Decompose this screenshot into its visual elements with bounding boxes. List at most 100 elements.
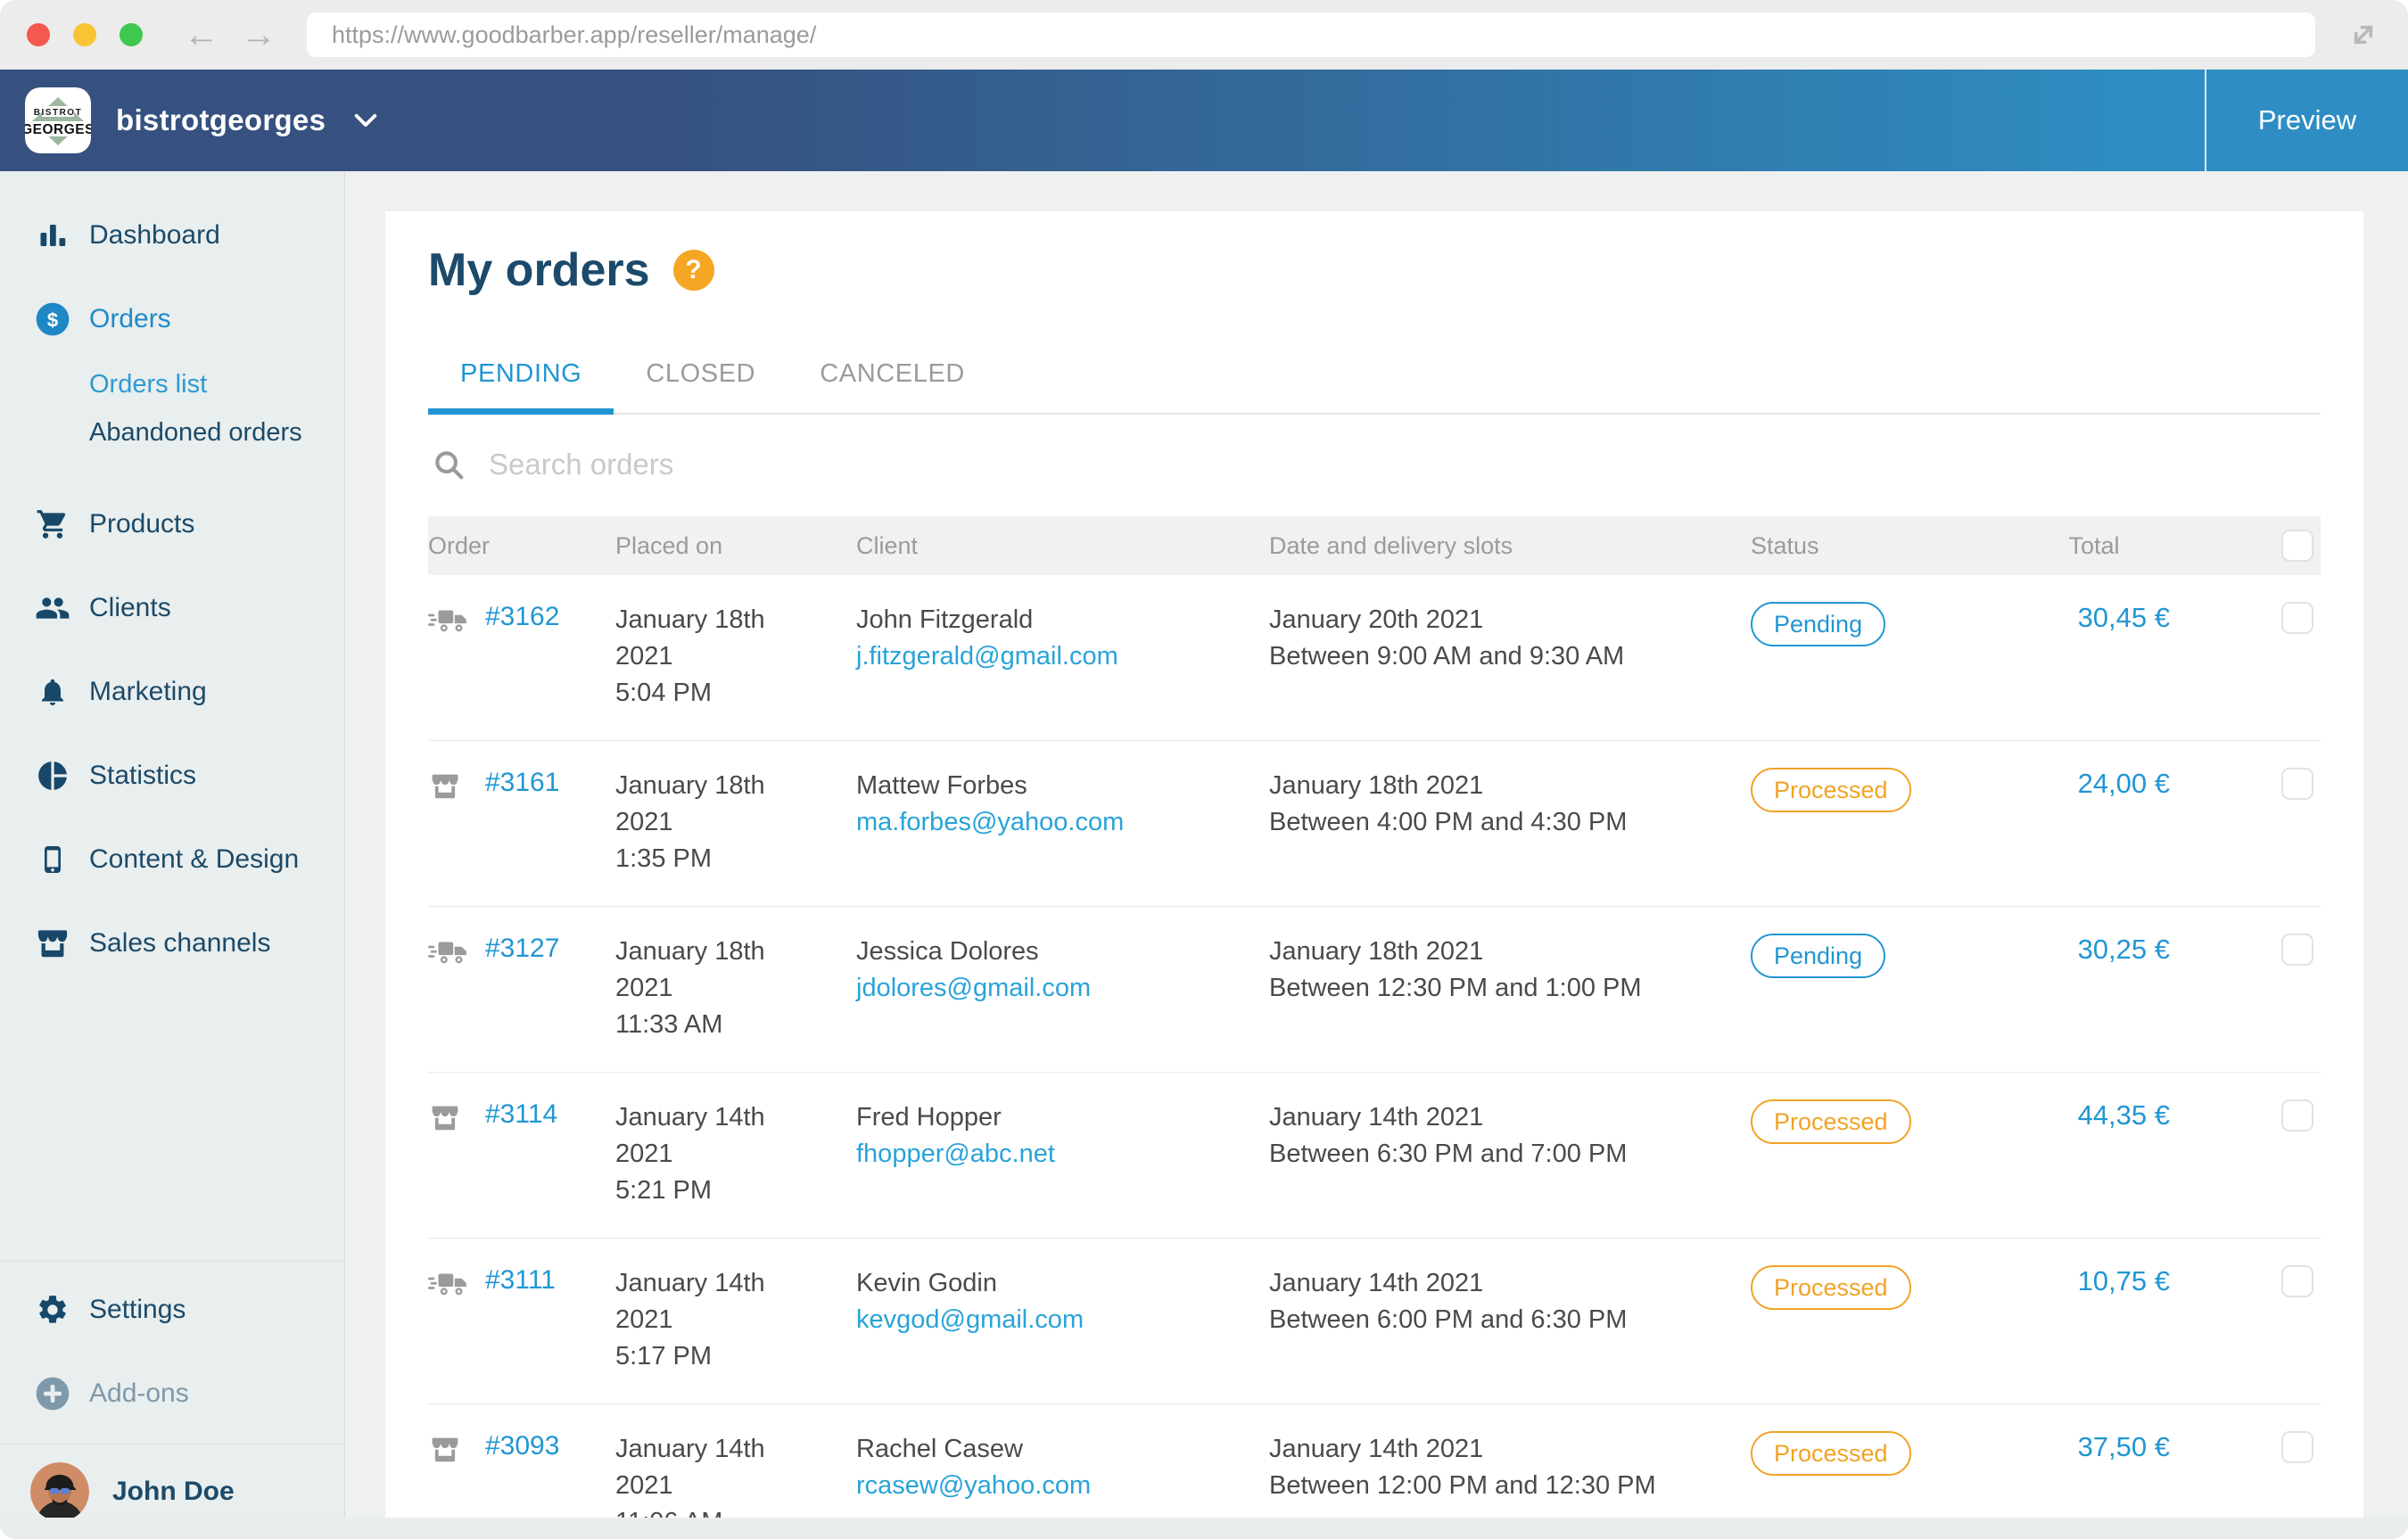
orders-table-body: #3162 January 18th 2021 5:04 PM John Fit… — [428, 575, 2321, 1539]
sidebar-item-statistics[interactable]: Statistics — [0, 747, 344, 804]
preview-button[interactable]: Preview — [2205, 70, 2408, 171]
cart-icon — [32, 507, 73, 541]
table-row[interactable]: #3111 January 14th 2021 5:17 PM Kevin Go… — [428, 1239, 2321, 1404]
order-status-tabs: PENDING CLOSED CANCELED — [428, 340, 2321, 415]
placed-date: January 14th 2021 — [615, 1099, 778, 1173]
chevron-down-icon — [354, 112, 377, 128]
store-pickup-icon — [428, 1436, 469, 1470]
column-header-status: Status — [1751, 532, 2018, 560]
sidebar-item-label: Statistics — [89, 761, 196, 791]
tab-pending[interactable]: PENDING — [428, 340, 614, 415]
svg-text:GEORGES: GEORGES — [25, 122, 91, 137]
status-badge: Pending — [1751, 602, 1885, 646]
address-bar[interactable]: https://www.goodbarber.app/reseller/mana… — [307, 12, 2315, 57]
column-header-date-slots: Date and delivery slots — [1269, 532, 1751, 560]
search-input[interactable] — [487, 447, 2317, 482]
client-email-link[interactable]: kevgod@gmail.com — [856, 1302, 1269, 1338]
window-bottom-edge — [0, 1518, 2408, 1539]
main-content: My orders ? PENDING CLOSED CANCELED Orde… — [345, 171, 2408, 1539]
minimize-window-button[interactable] — [73, 23, 96, 46]
delivery-slot: Between 6:30 PM and 7:00 PM — [1269, 1136, 1751, 1173]
orders-card: My orders ? PENDING CLOSED CANCELED Orde… — [385, 211, 2363, 1539]
order-total: 44,35 € — [2018, 1099, 2170, 1132]
url-text: https://www.goodbarber.app/reseller/mana… — [332, 21, 816, 49]
gear-icon — [32, 1293, 73, 1327]
storefront-icon — [32, 926, 73, 960]
placed-date: January 18th 2021 — [615, 602, 778, 675]
sidebar-item-label: Settings — [89, 1295, 186, 1325]
select-all-checkbox[interactable] — [2281, 530, 2313, 562]
table-row[interactable]: #3162 January 18th 2021 5:04 PM John Fit… — [428, 575, 2321, 741]
client-email-link[interactable]: rcasew@yahoo.com — [856, 1468, 1269, 1504]
search-icon — [432, 448, 466, 481]
svg-text:BISTROT: BISTROT — [34, 108, 82, 118]
row-checkbox[interactable] — [2281, 602, 2313, 634]
client-email-link[interactable]: fhopper@abc.net — [856, 1136, 1269, 1173]
forward-icon[interactable]: → — [241, 17, 276, 53]
sidebar-item-dashboard[interactable]: Dashboard — [0, 207, 344, 264]
row-checkbox[interactable] — [2281, 934, 2313, 966]
client-email-link[interactable]: ma.forbes@yahoo.com — [856, 804, 1269, 841]
order-id-link[interactable]: #3111 — [485, 1265, 556, 1296]
bar-chart-icon — [32, 219, 73, 251]
order-total: 10,75 € — [2018, 1265, 2170, 1297]
sidebar-item-label: Orders — [89, 304, 171, 334]
sidebar-item-marketing[interactable]: Marketing — [0, 663, 344, 720]
client-email-link[interactable]: jdolores@gmail.com — [856, 970, 1269, 1007]
order-id-link[interactable]: #3161 — [485, 768, 559, 798]
order-id-link[interactable]: #3127 — [485, 934, 559, 964]
client-name: Mattew Forbes — [856, 768, 1269, 804]
tab-closed[interactable]: CLOSED — [614, 340, 788, 415]
sidebar-item-sales-channels[interactable]: Sales channels — [0, 915, 344, 972]
window-controls — [27, 23, 143, 46]
people-icon — [32, 590, 73, 626]
row-checkbox[interactable] — [2281, 1265, 2313, 1297]
browser-window: ← → https://www.goodbarber.app/reseller/… — [0, 0, 2408, 1539]
sidebar-item-label: Products — [89, 509, 194, 539]
sidebar-item-add-ons[interactable]: Add-ons — [0, 1365, 344, 1422]
sidebar-item-label: Marketing — [89, 677, 207, 707]
expand-icon[interactable] — [2346, 17, 2381, 53]
status-badge: Pending — [1751, 934, 1885, 978]
order-id-link[interactable]: #3114 — [485, 1099, 557, 1130]
sidebar-item-orders[interactable]: $ Orders — [0, 291, 344, 348]
placed-date: January 14th 2021 — [615, 1431, 778, 1504]
order-total: 30,25 € — [2018, 934, 2170, 966]
tab-canceled[interactable]: CANCELED — [788, 340, 997, 415]
help-icon[interactable]: ? — [673, 250, 714, 291]
sidebar-divider — [0, 1261, 344, 1262]
table-row[interactable]: #3127 January 18th 2021 11:33 AM Jessica… — [428, 907, 2321, 1073]
delivery-slot: Between 12:00 PM and 12:30 PM — [1269, 1468, 1751, 1504]
plus-circle-icon — [32, 1376, 73, 1411]
sidebar-item-abandoned-orders[interactable]: Abandoned orders — [0, 408, 344, 457]
sidebar-item-orders-list[interactable]: Orders list — [0, 360, 344, 408]
sidebar-item-label: Clients — [89, 593, 171, 623]
maximize-window-button[interactable] — [120, 23, 143, 46]
row-checkbox[interactable] — [2281, 1099, 2313, 1132]
order-id-link[interactable]: #3093 — [485, 1431, 559, 1461]
row-checkbox[interactable] — [2281, 1431, 2313, 1463]
back-icon[interactable]: ← — [184, 17, 219, 53]
placed-time: 5:17 PM — [615, 1338, 856, 1375]
sidebar-item-clients[interactable]: Clients — [0, 580, 344, 637]
sidebar-item-label: Content & Design — [89, 844, 299, 875]
sidebar-item-settings[interactable]: Settings — [0, 1281, 344, 1338]
table-row[interactable]: #3114 January 14th 2021 5:21 PM Fred Hop… — [428, 1073, 2321, 1239]
table-row[interactable]: #3161 January 18th 2021 1:35 PM Mattew F… — [428, 741, 2321, 907]
svg-text:$: $ — [47, 309, 59, 331]
delivery-slot: Between 6:00 PM and 6:30 PM — [1269, 1302, 1751, 1338]
client-email-link[interactable]: j.fitzgerald@gmail.com — [856, 638, 1269, 675]
close-window-button[interactable] — [27, 23, 50, 46]
order-id-link[interactable]: #3162 — [485, 602, 559, 632]
delivery-truck-icon — [428, 606, 469, 639]
sidebar-item-products[interactable]: Products — [0, 496, 344, 553]
placed-time: 1:35 PM — [615, 841, 856, 877]
sidebar-item-label: Dashboard — [89, 220, 220, 251]
sidebar-item-content-design[interactable]: Content & Design — [0, 831, 344, 888]
table-header: Order Placed on Client Date and delivery… — [428, 516, 2321, 575]
workspace-switcher[interactable]: BISTROT GEORGES bistrotgeorges — [0, 87, 377, 153]
row-checkbox[interactable] — [2281, 768, 2313, 800]
delivery-date: January 18th 2021 — [1269, 934, 1751, 970]
delivery-slot: Between 12:30 PM and 1:00 PM — [1269, 970, 1751, 1007]
dollar-circle-icon: $ — [32, 301, 73, 337]
